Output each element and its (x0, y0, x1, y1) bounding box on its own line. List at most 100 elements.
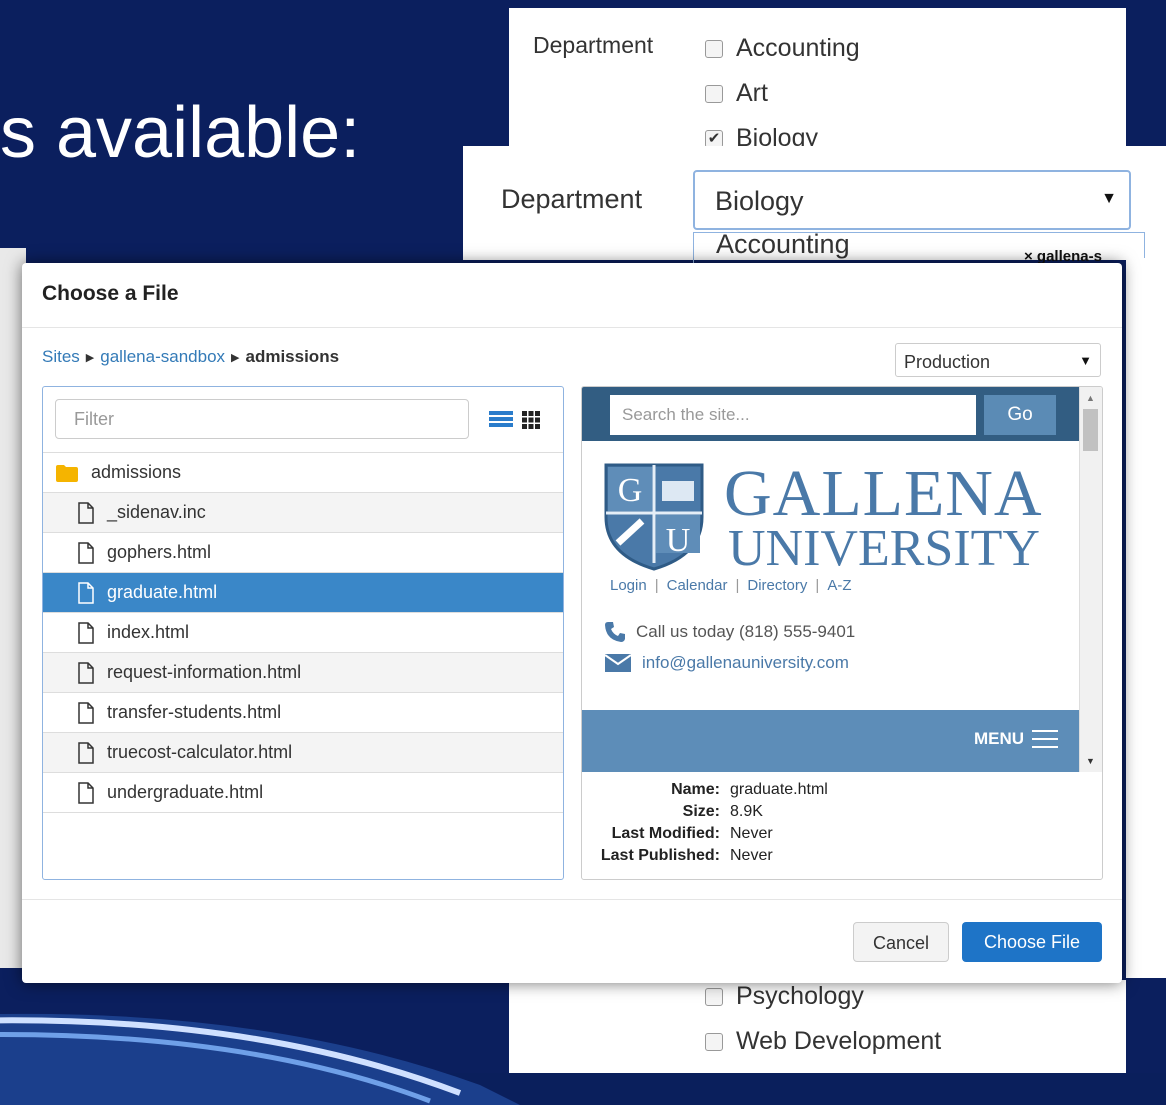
preview-phone: Call us today (818) 555-9401 (604, 621, 855, 643)
meta-value: Never (730, 825, 773, 842)
dialog-header: Choose a File (22, 263, 1122, 328)
checkbox-psychology[interactable]: Psychology (705, 982, 864, 1011)
grid-view-icon[interactable] (522, 411, 540, 429)
caret-right-icon: ▶ (231, 351, 240, 364)
file-row[interactable]: undergraduate.html (43, 772, 563, 813)
dialog-title: Choose a File (42, 282, 179, 305)
caret-down-icon: ▼ (1101, 190, 1117, 207)
department-select-panel: Department Biology ▼ Accounting (463, 146, 1166, 263)
checkbox-box[interactable] (705, 39, 723, 58)
preview-scrollbar[interactable]: ▲ ▼ (1079, 387, 1102, 772)
scroll-up-icon[interactable]: ▲ (1086, 393, 1095, 403)
department-label: Department (501, 184, 643, 214)
file-preview-pane: Search the site... Go G U GALLENA UNIVER… (581, 386, 1103, 880)
file-name: request-information.html (107, 662, 302, 682)
breadcrumb-site[interactable]: gallena-sandbox (100, 347, 225, 367)
preview-topbar: Search the site... Go (582, 387, 1080, 441)
file-name: gophers.html (107, 542, 212, 562)
choose-file-button[interactable]: Choose File (962, 922, 1102, 962)
link-separator: | (815, 577, 820, 594)
checkbox-label: Web Development (736, 1027, 942, 1055)
breadcrumb: Sites ▶ gallena-sandbox ▶ admissions (42, 347, 339, 367)
preview-search-input[interactable]: Search the site... (610, 395, 976, 435)
checkbox-web-development[interactable]: Web Development (705, 1027, 941, 1056)
file-row-selected[interactable]: graduate.html (43, 572, 563, 612)
meta-value: Never (730, 847, 773, 864)
slide-swoosh (0, 1013, 520, 1105)
dialog-footer: Cancel Choose File (22, 899, 1122, 983)
link-separator: | (654, 577, 659, 594)
file-name: index.html (107, 622, 190, 642)
university-crest-logo: G U (604, 463, 704, 571)
file-info-name: Name: graduate.html (582, 779, 1102, 801)
svg-text:G: G (618, 472, 643, 509)
preview-link-calendar[interactable]: Calendar (667, 577, 728, 594)
list-view-icon[interactable] (489, 411, 513, 427)
file-row[interactable]: _sidenav.inc (43, 492, 563, 532)
file-icon (77, 621, 95, 644)
checkbox-box-checked[interactable]: ✔ (705, 129, 723, 148)
meta-value: 8.9K (730, 803, 763, 820)
environment-value: Production (904, 352, 991, 372)
meta-key: Name: (671, 781, 720, 798)
department-option[interactable]: Accounting (716, 233, 850, 260)
file-info-published: Last Published: Never (582, 845, 1102, 867)
file-info-modified: Last Modified: Never (582, 823, 1102, 845)
file-row[interactable]: truecost-calculator.html (43, 732, 563, 772)
preview-link-directory[interactable]: Directory (747, 577, 807, 594)
email-link[interactable]: info@gallenauniversity.com (642, 653, 849, 673)
file-icon (77, 661, 95, 684)
file-icon (77, 741, 95, 764)
checkbox-box[interactable] (705, 987, 723, 1006)
cancel-button[interactable]: Cancel (853, 922, 949, 962)
department-select-value: Biology (715, 186, 804, 216)
link-separator: | (735, 577, 740, 594)
department-select[interactable]: Biology ▼ (693, 170, 1131, 230)
file-row[interactable]: transfer-students.html (43, 692, 563, 732)
page-preview: Search the site... Go G U GALLENA UNIVER… (582, 387, 1080, 772)
svg-text:U: U (666, 522, 691, 559)
file-icon (77, 501, 95, 524)
preview-link-az[interactable]: A-Z (827, 577, 851, 594)
department-label: Department (533, 32, 654, 58)
envelope-icon (604, 654, 632, 672)
folder-icon (55, 463, 79, 483)
university-name-line2: UNIVERSITY (728, 520, 1040, 577)
preview-go-button[interactable]: Go (984, 395, 1056, 435)
checkbox-box[interactable] (705, 1032, 723, 1051)
menu-label: MENU (973, 729, 1024, 748)
breadcrumb-sites[interactable]: Sites (42, 347, 80, 367)
background-page-right (1126, 258, 1166, 978)
file-name: truecost-calculator.html (107, 742, 293, 762)
checkbox-art[interactable]: Art (705, 79, 768, 108)
scroll-thumb[interactable] (1083, 409, 1098, 451)
university-name-line1: GALLENA (724, 457, 1043, 530)
preview-menu-button[interactable]: MENU (974, 728, 1058, 750)
meta-key: Last Modified: (611, 825, 720, 842)
file-browser-pane: admissions _sidenav.inc gophers.html gra… (42, 386, 564, 880)
checkbox-accounting[interactable]: Accounting (705, 34, 860, 63)
hamburger-icon (1032, 730, 1058, 748)
slide-heading: s available: (0, 93, 361, 173)
file-name: undergraduate.html (107, 782, 264, 802)
phone-text: Call us today (818) 555-9401 (636, 622, 856, 641)
file-row[interactable]: request-information.html (43, 652, 563, 692)
checkbox-label: Psychology (736, 982, 864, 1010)
file-row[interactable]: gophers.html (43, 532, 563, 572)
meta-key: Last Published: (600, 847, 720, 864)
choose-file-dialog: Choose a File Sites ▶ gallena-sandbox ▶ … (22, 263, 1122, 983)
preview-link-login[interactable]: Login (610, 577, 647, 594)
folder-name: admissions (91, 462, 182, 482)
file-row[interactable]: index.html (43, 612, 563, 652)
folder-row[interactable]: admissions (43, 452, 563, 492)
scroll-down-icon[interactable]: ▼ (1086, 756, 1095, 766)
preview-menubar: MENU (582, 710, 1080, 772)
checkbox-label: Accounting (736, 34, 860, 62)
filter-input[interactable] (55, 399, 469, 439)
environment-select[interactable]: Production ▼ (895, 343, 1101, 377)
preview-top-links: Login | Calendar | Directory | A-Z (610, 577, 851, 594)
checkbox-label: Art (736, 79, 768, 107)
file-name: transfer-students.html (107, 702, 282, 722)
meta-value: graduate.html (730, 781, 828, 798)
checkbox-box[interactable] (705, 84, 723, 103)
